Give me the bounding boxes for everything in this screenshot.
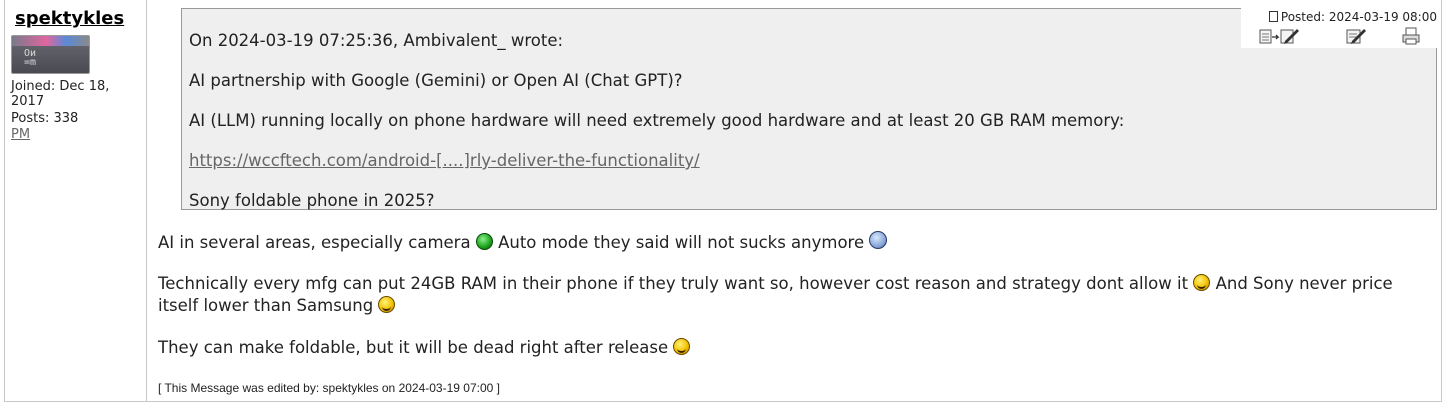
quote-line: AI (LLM) running locally on phone hardwa… xyxy=(189,111,1125,130)
post-count: Posts: 338 xyxy=(11,111,79,126)
avatar: Ои =m xyxy=(11,35,90,74)
print-icon[interactable] xyxy=(1401,27,1423,45)
message-paragraph: They can make foldable, but it will be d… xyxy=(158,337,691,359)
message-paragraph: Technically every mfg can put 24GB RAM i… xyxy=(158,274,1393,293)
forum-post: spektykles Ои =m Joined: Dec 18, 2017 Pos… xyxy=(4,0,1442,402)
quote-line: Sony foldable phone in 2025? xyxy=(189,191,435,210)
blue-smiley-icon xyxy=(869,231,888,249)
username-link[interactable]: spektykles xyxy=(15,8,124,29)
quote-line: AI partnership with Google (Gemini) or O… xyxy=(189,71,683,90)
grin-smiley-icon xyxy=(673,338,691,355)
message-paragraph: itself lower than Samsung xyxy=(158,295,396,317)
quote-link[interactable]: https://wccftech.com/android-[....]rly-d… xyxy=(189,151,700,170)
pm-link[interactable]: PM xyxy=(11,127,30,142)
grin-smiley-icon xyxy=(378,296,396,313)
quote-reply-icon[interactable] xyxy=(1259,27,1299,45)
edit-icon[interactable] xyxy=(1345,27,1367,45)
document-icon xyxy=(1268,11,1278,22)
user-panel: spektykles Ои =m Joined: Dec 18, 2017 Pos… xyxy=(5,0,147,401)
message-paragraph: AI in several areas, especially camera A… xyxy=(158,231,888,254)
grin-smiley-icon xyxy=(1193,274,1211,291)
edited-note: [ This Message was edited by: spektykles… xyxy=(158,381,500,395)
green-smiley-icon xyxy=(475,233,493,250)
post-info: Posted: 2024-03-19 08:00 xyxy=(1241,8,1439,48)
joined-date: Joined: Dec 18, 2017 xyxy=(11,79,110,109)
posted-date: Posted: 2024-03-19 08:00 xyxy=(1268,10,1437,24)
quote-header: On 2024-03-19 07:25:36, Ambivalent_ wrot… xyxy=(189,31,564,50)
post-content: On 2024-03-19 07:25:36, Ambivalent_ wrot… xyxy=(147,0,1441,401)
